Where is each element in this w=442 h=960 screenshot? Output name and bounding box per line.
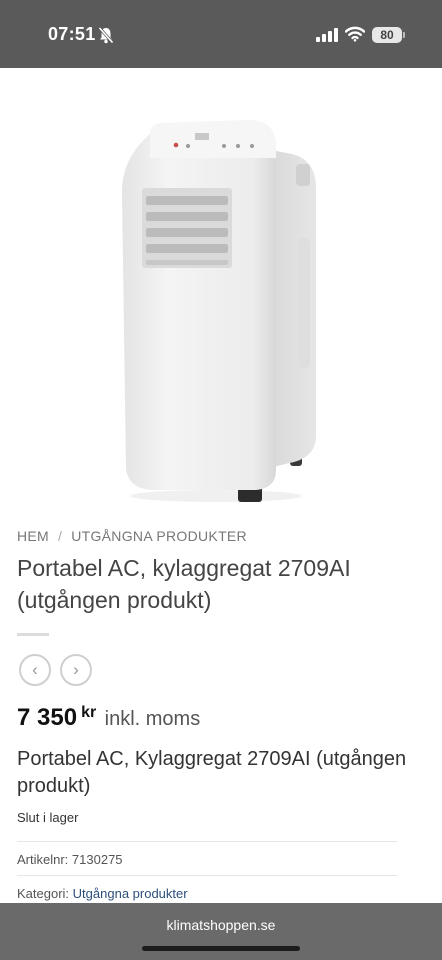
price-tax-note: inkl. moms — [104, 708, 201, 730]
wifi-icon — [345, 26, 365, 42]
divider — [17, 875, 397, 876]
status-time: 07:51 — [48, 24, 96, 44]
category-row: Kategori: Utgångna produkter — [17, 886, 188, 901]
gallery-next-button[interactable]: › — [60, 654, 92, 686]
browser-address-bar[interactable]: klimatshoppen.se — [0, 903, 442, 960]
breadcrumb-separator: / — [58, 528, 63, 544]
chevron-left-icon: ‹ — [32, 660, 38, 679]
url-text[interactable]: klimatshoppen.se — [0, 917, 442, 933]
product-image[interactable] — [110, 118, 322, 508]
breadcrumb-home-link[interactable]: HEM — [17, 528, 49, 544]
chevron-right-icon: › — [73, 660, 79, 679]
category-label: Kategori: — [17, 886, 70, 901]
bell-muted-icon — [98, 26, 114, 44]
sku-label: Artikelnr: — [17, 852, 69, 867]
breadcrumb: HEM / UTGÅNGNA PRODUKTER — [17, 528, 247, 544]
price-currency: kr — [81, 704, 97, 721]
gallery-prev-button[interactable]: ‹ — [19, 654, 51, 686]
breadcrumb-category-link[interactable]: UTGÅNGNA PRODUKTER — [71, 528, 247, 544]
sku-value: 7130275 — [71, 852, 123, 867]
home-indicator[interactable] — [142, 946, 300, 951]
sku-row: Artikelnr: 7130275 — [17, 852, 123, 867]
product-subtitle: Portabel AC, Kylaggregat 2709AI (utgånge… — [17, 748, 407, 797]
price-amount: 7 350 — [17, 704, 78, 731]
battery-tip — [403, 32, 405, 38]
product-title: Portabel AC, kylaggregat 2709AI (utgånge… — [17, 555, 351, 613]
product-price: 7 350 kr inkl. moms — [17, 704, 200, 732]
title-divider — [17, 633, 49, 636]
cellular-signal-icon — [316, 28, 338, 42]
battery-indicator: 80 — [372, 27, 402, 43]
stock-status: Slut i lager — [17, 810, 79, 825]
category-link[interactable]: Utgångna produkter — [73, 886, 188, 901]
status-bar: 07:51 80 — [0, 0, 442, 68]
divider — [17, 841, 397, 842]
